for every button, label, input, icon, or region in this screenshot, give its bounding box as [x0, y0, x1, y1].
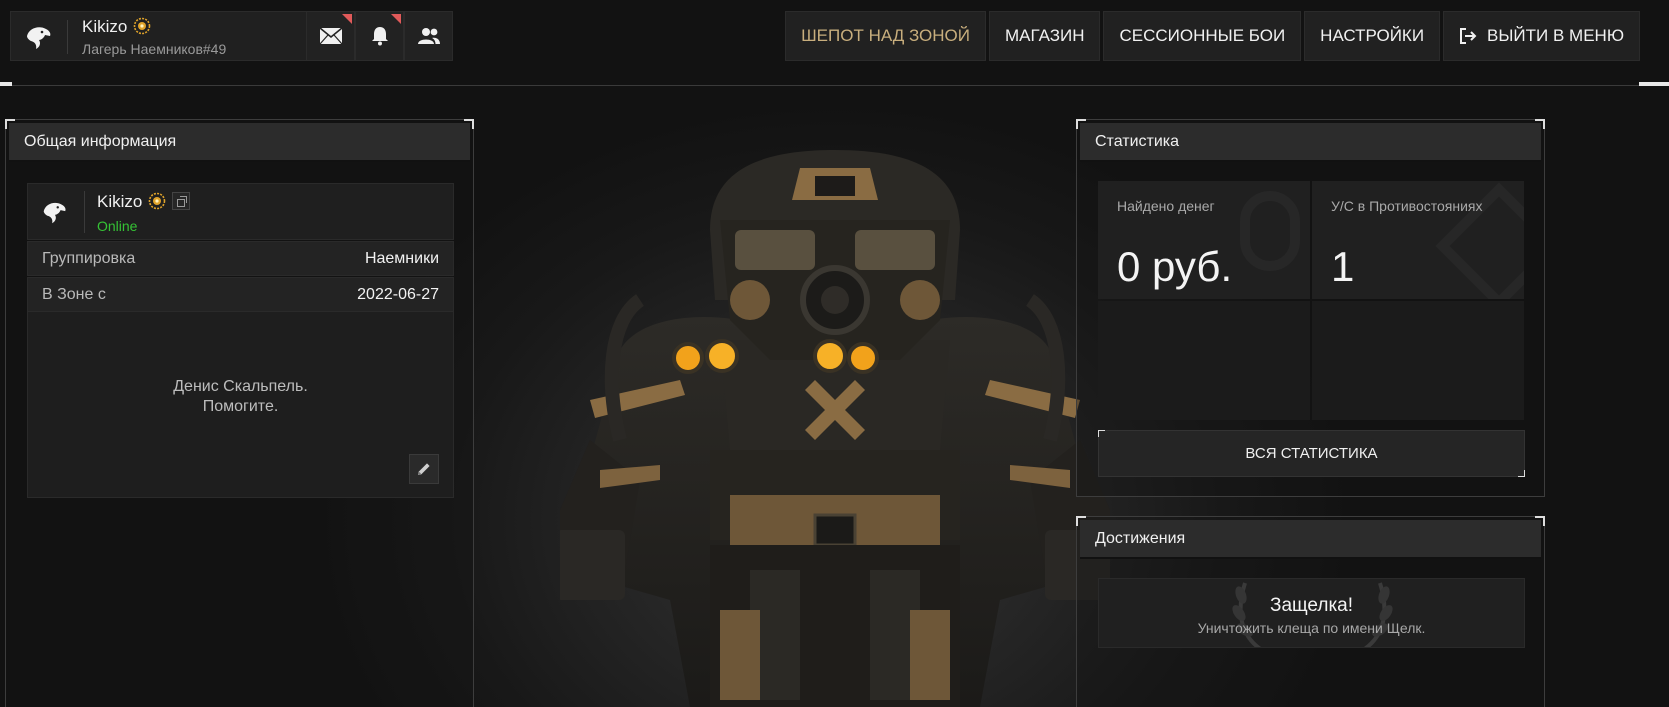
profile-divider [67, 20, 68, 54]
nav-shop[interactable]: МАГАЗИН [989, 11, 1101, 61]
stat-money-label: Найдено денег [1117, 198, 1215, 214]
achievement-title: Защелка! [1269, 595, 1354, 616]
copy-icon[interactable] [172, 192, 191, 210]
nav-exit-label: ВЫЙТИ В МЕНЮ [1487, 26, 1624, 45]
mail-button[interactable] [306, 11, 355, 61]
mail-notification-marker [342, 14, 352, 24]
player-card-divider [84, 191, 85, 233]
stat-empty-cell [1098, 301, 1310, 420]
friends-icon [417, 28, 440, 44]
statistics-panel: Статистика Найдено денег 0 руб. У/С в Пр… [1076, 119, 1545, 497]
player-card-name-text: Kikizo [97, 192, 143, 211]
player-profile-box[interactable]: Kikizo Лагерь Наемников#49 [10, 11, 324, 61]
nav-settings[interactable]: НАСТРОЙКИ [1304, 11, 1441, 61]
all-statistics-button[interactable]: ВСЯ СТАТИСТИКА [1098, 430, 1525, 477]
character-exosuit-model [560, 150, 1110, 707]
statistics-title: Статистика [1080, 123, 1541, 162]
bio-box: Денис Скальпель. Помогите. [27, 311, 454, 498]
player-name: Kikizo [82, 17, 151, 37]
divider-marker-left [0, 82, 12, 86]
divider-marker-right [1639, 82, 1669, 86]
general-info-title: Общая информация [9, 123, 470, 162]
faction-label: Группировка [42, 249, 136, 267]
mail-icon [318, 27, 343, 45]
stat-money-value: 0 руб. [1117, 243, 1233, 290]
stat-money-found: Найдено денег 0 руб. [1098, 181, 1310, 299]
player-squad: Лагерь Наемников#49 [82, 41, 227, 57]
online-status: Online [97, 218, 138, 234]
bio-line-1: Денис Скальпель. [173, 378, 308, 395]
top-bar: Kikizo Лагерь Наемников#49 ШЕПОТ НАД ЗОН… [0, 0, 1669, 86]
stat-watermark [1240, 191, 1300, 271]
player-name-text: Kikizo [82, 17, 128, 36]
in-zone-since-label: В Зоне с [42, 285, 106, 303]
friends-button[interactable] [404, 11, 453, 61]
general-info-panel: Общая информация Kikizo Online Группиров… [5, 119, 474, 707]
achievements-title: Достижения [1080, 520, 1541, 559]
faction-value: Наемники [364, 249, 439, 267]
achievements-panel: Достижения Защелка! Уничтожить клеща по … [1076, 516, 1545, 707]
main-nav: ШЕПОТ НАД ЗОНОЙ МАГАЗИН СЕССИОННЫЕ БОИ Н… [785, 11, 1640, 61]
notifications-button[interactable] [355, 11, 404, 61]
bell-notification-marker [391, 14, 401, 24]
nav-whisper-over-zone[interactable]: ШЕПОТ НАД ЗОНОЙ [785, 11, 986, 61]
rank-badge-icon [134, 17, 151, 35]
edit-bio-button[interactable] [409, 454, 439, 484]
rank-badge-icon [149, 192, 166, 210]
in-zone-since-value: 2022-06-27 [357, 285, 439, 303]
info-row-in-zone-since: В Зоне с 2022-06-27 [27, 277, 454, 312]
achievement-description: Уничтожить клеща по имени Щелк. [1197, 620, 1426, 636]
achievement-card[interactable]: Защелка! Уничтожить клеща по имени Щелк. [1098, 578, 1525, 648]
nav-exit-to-menu[interactable]: ВЫЙТИ В МЕНЮ [1443, 11, 1640, 61]
eagle-avatar-icon [27, 27, 51, 49]
stat-empty-cell [1312, 301, 1524, 420]
info-row-faction: Группировка Наемники [27, 241, 454, 276]
player-card: Kikizo Online [27, 183, 454, 240]
stat-kd-confrontations: У/С в Противостояниях 1 [1312, 181, 1524, 299]
bio-text: Денис Скальпель. Помогите. [28, 377, 453, 417]
stat-kd-value: 1 [1331, 243, 1355, 290]
pencil-icon [418, 463, 430, 475]
eagle-avatar-icon [43, 202, 66, 224]
bio-line-2: Помогите. [202, 398, 279, 415]
nav-session-battles[interactable]: СЕССИОННЫЕ БОИ [1103, 11, 1302, 61]
exit-icon [1460, 28, 1477, 44]
bell-icon [371, 27, 388, 46]
player-card-name: Kikizo [97, 192, 191, 212]
stat-kd-label: У/С в Противостояниях [1331, 198, 1483, 214]
